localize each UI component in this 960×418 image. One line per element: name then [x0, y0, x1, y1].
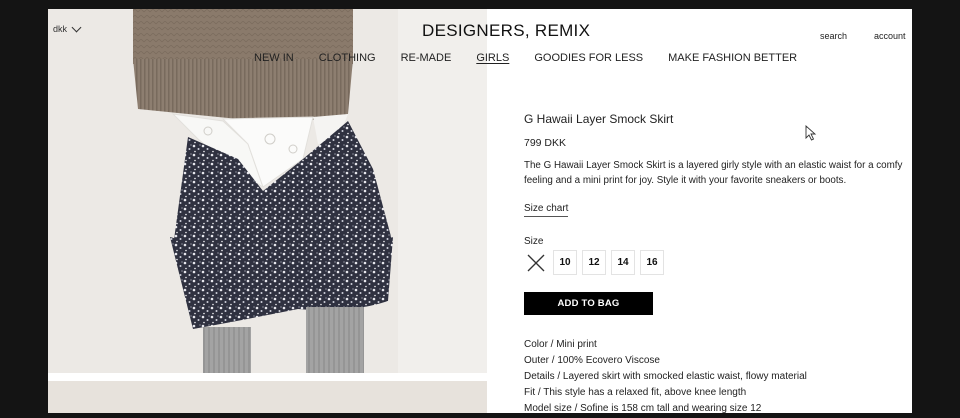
product-price: 799 DKK	[524, 137, 567, 149]
detail-details: Details / Layered skirt with smocked ela…	[524, 371, 807, 382]
product-details: Color / Mini print Outer / 100% Ecovero …	[524, 337, 807, 413]
detail-color: Color / Mini print	[524, 339, 597, 350]
nav-re-made[interactable]: RE-MADE	[401, 52, 452, 64]
add-to-bag-button[interactable]: ADD TO BAG	[524, 292, 653, 315]
unavailable-x-icon	[527, 254, 545, 271]
currency-label: dkk	[53, 24, 68, 34]
product-page: dkk DESIGNERS, REMIX NEW IN CLOTHING RE-…	[48, 9, 912, 413]
chevron-down-icon	[71, 22, 82, 33]
detail-model-size: Model size / Sofine is 158 cm tall and w…	[524, 403, 762, 413]
detail-outer: Outer / 100% Ecovero Viscose	[524, 355, 660, 366]
account-link[interactable]: account	[874, 31, 906, 41]
secondary-product-image[interactable]	[48, 381, 487, 413]
size-chart-link[interactable]: Size chart	[524, 203, 569, 217]
currency-selector[interactable]: dkk	[53, 22, 82, 34]
size-option-unavailable[interactable]	[524, 250, 548, 275]
detail-fit: Fit / This style has a relaxed fit, abov…	[524, 387, 747, 398]
size-option-14[interactable]: 14	[611, 250, 635, 275]
site-header: dkk DESIGNERS, REMIX NEW IN CLOTHING RE-…	[48, 9, 912, 79]
description-line: The G Hawaii Layer Smock Skirt is a laye…	[524, 160, 903, 171]
search-link[interactable]: search	[820, 31, 847, 41]
size-option-12[interactable]: 12	[582, 250, 606, 275]
description-line: feeling and a mini print for joy. Style …	[524, 175, 847, 186]
nav-make-fashion-better[interactable]: MAKE FASHION BETTER	[668, 52, 797, 64]
main-nav: NEW IN CLOTHING RE-MADE GIRLS GOODIES FO…	[254, 52, 797, 64]
mouse-pointer-icon	[805, 125, 817, 141]
nav-new-in[interactable]: NEW IN	[254, 52, 294, 64]
nav-girls[interactable]: GIRLS	[476, 52, 509, 64]
size-option-10[interactable]: 10	[553, 250, 577, 275]
size-selector: 10 12 14 16	[524, 250, 664, 275]
product-title: G Hawaii Layer Smock Skirt	[524, 112, 674, 126]
size-label: Size	[524, 236, 544, 247]
nav-clothing[interactable]: CLOTHING	[319, 52, 376, 64]
nav-goodies-for-less[interactable]: GOODIES FOR LESS	[534, 52, 643, 64]
product-description: The G Hawaii Layer Smock Skirt is a laye…	[524, 158, 912, 188]
size-option-16[interactable]: 16	[640, 250, 664, 275]
brand-logo[interactable]: DESIGNERS, REMIX	[422, 21, 590, 41]
